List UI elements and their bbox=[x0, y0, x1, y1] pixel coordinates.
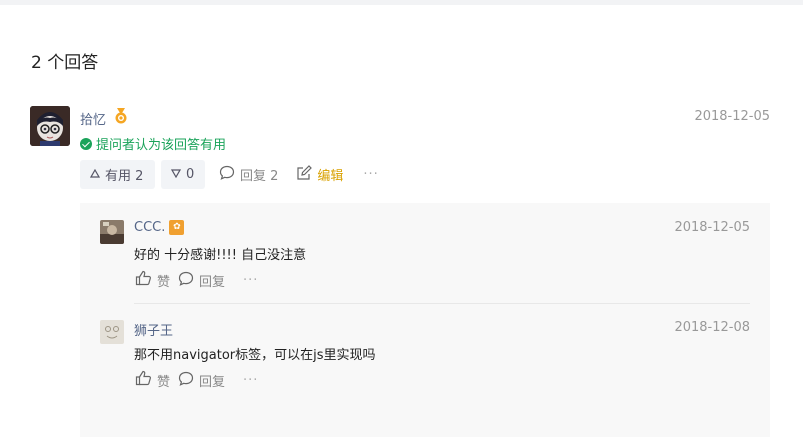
comment-body: 那不用navigator标签，可以在js里实现吗 bbox=[134, 348, 376, 363]
comment-bubble-icon bbox=[178, 271, 194, 290]
comment-date: 2018-12-08 bbox=[674, 320, 750, 335]
avatar[interactable] bbox=[30, 106, 70, 146]
reply-label: 回复 bbox=[199, 374, 226, 390]
comment-body: 好的 十分感谢!!!! 自己没注意 bbox=[134, 248, 307, 263]
like-label: 赞 bbox=[157, 274, 171, 290]
thumbs-up-icon bbox=[135, 270, 152, 290]
edit-label: 编辑 bbox=[317, 169, 344, 184]
comment-date: 2018-12-05 bbox=[674, 220, 750, 235]
comment-actions: 赞 回复 ··· bbox=[135, 270, 258, 290]
comment-actions: 赞 回复 ··· bbox=[135, 370, 258, 390]
accepted-notice: 提问者认为该回答有用 bbox=[80, 134, 226, 153]
thumbs-up-icon bbox=[135, 370, 152, 390]
like-button[interactable]: 赞 bbox=[135, 270, 170, 290]
check-circle-icon bbox=[80, 137, 92, 150]
upvote-label: 有用 2 bbox=[105, 169, 144, 184]
answer-date: 2018-12-05 bbox=[694, 109, 770, 124]
answer-author-name[interactable]: 拾忆 bbox=[80, 109, 106, 128]
reply-label: 回复 bbox=[199, 274, 226, 290]
comment-author-name: CCC. bbox=[134, 220, 166, 235]
like-label: 赞 bbox=[157, 374, 171, 390]
downvote-count: 0 bbox=[186, 167, 195, 182]
comment-author[interactable]: CCC. ✿ bbox=[134, 220, 185, 235]
comments-panel: CCC. ✿ 2018-12-05 好的 十分感谢!!!! 自己没注意 赞 回复… bbox=[80, 203, 770, 437]
avatar[interactable] bbox=[100, 320, 124, 344]
avatar[interactable] bbox=[100, 220, 124, 244]
top-bar bbox=[0, 0, 803, 5]
comment-bubble-icon bbox=[178, 371, 194, 390]
like-button[interactable]: 赞 bbox=[135, 370, 170, 390]
comment-author[interactable]: 狮子王 bbox=[134, 320, 173, 339]
more-options-button[interactable]: ··· bbox=[243, 373, 258, 388]
more-options-button[interactable]: ··· bbox=[243, 273, 258, 288]
reply-label: 回复 2 bbox=[240, 169, 279, 184]
comment-author-name: 狮子王 bbox=[134, 324, 174, 339]
reply-button[interactable]: 回复 bbox=[178, 371, 225, 390]
user-badge-icon: ✿ bbox=[169, 220, 185, 235]
upvote-button[interactable]: 有用 2 bbox=[80, 160, 155, 189]
edit-icon bbox=[296, 164, 313, 185]
triangle-down-icon bbox=[170, 167, 182, 182]
more-options-button[interactable]: ··· bbox=[363, 167, 378, 182]
divider bbox=[134, 303, 750, 304]
triangle-up-icon bbox=[89, 167, 101, 182]
downvote-button[interactable]: 0 bbox=[161, 160, 205, 189]
reply-button[interactable]: 回复 bbox=[178, 271, 225, 290]
answers-count-heading: 2 个回答 bbox=[31, 53, 99, 73]
edit-button[interactable]: 编辑 bbox=[296, 164, 344, 185]
reply-button[interactable]: 回复 2 bbox=[219, 165, 278, 184]
comment-bubble-icon bbox=[219, 165, 235, 184]
medal-icon bbox=[114, 108, 128, 124]
accepted-text: 提问者认为该回答有用 bbox=[96, 138, 227, 153]
answer-actions: 有用 2 0 回复 2 编辑 ··· bbox=[80, 160, 379, 189]
